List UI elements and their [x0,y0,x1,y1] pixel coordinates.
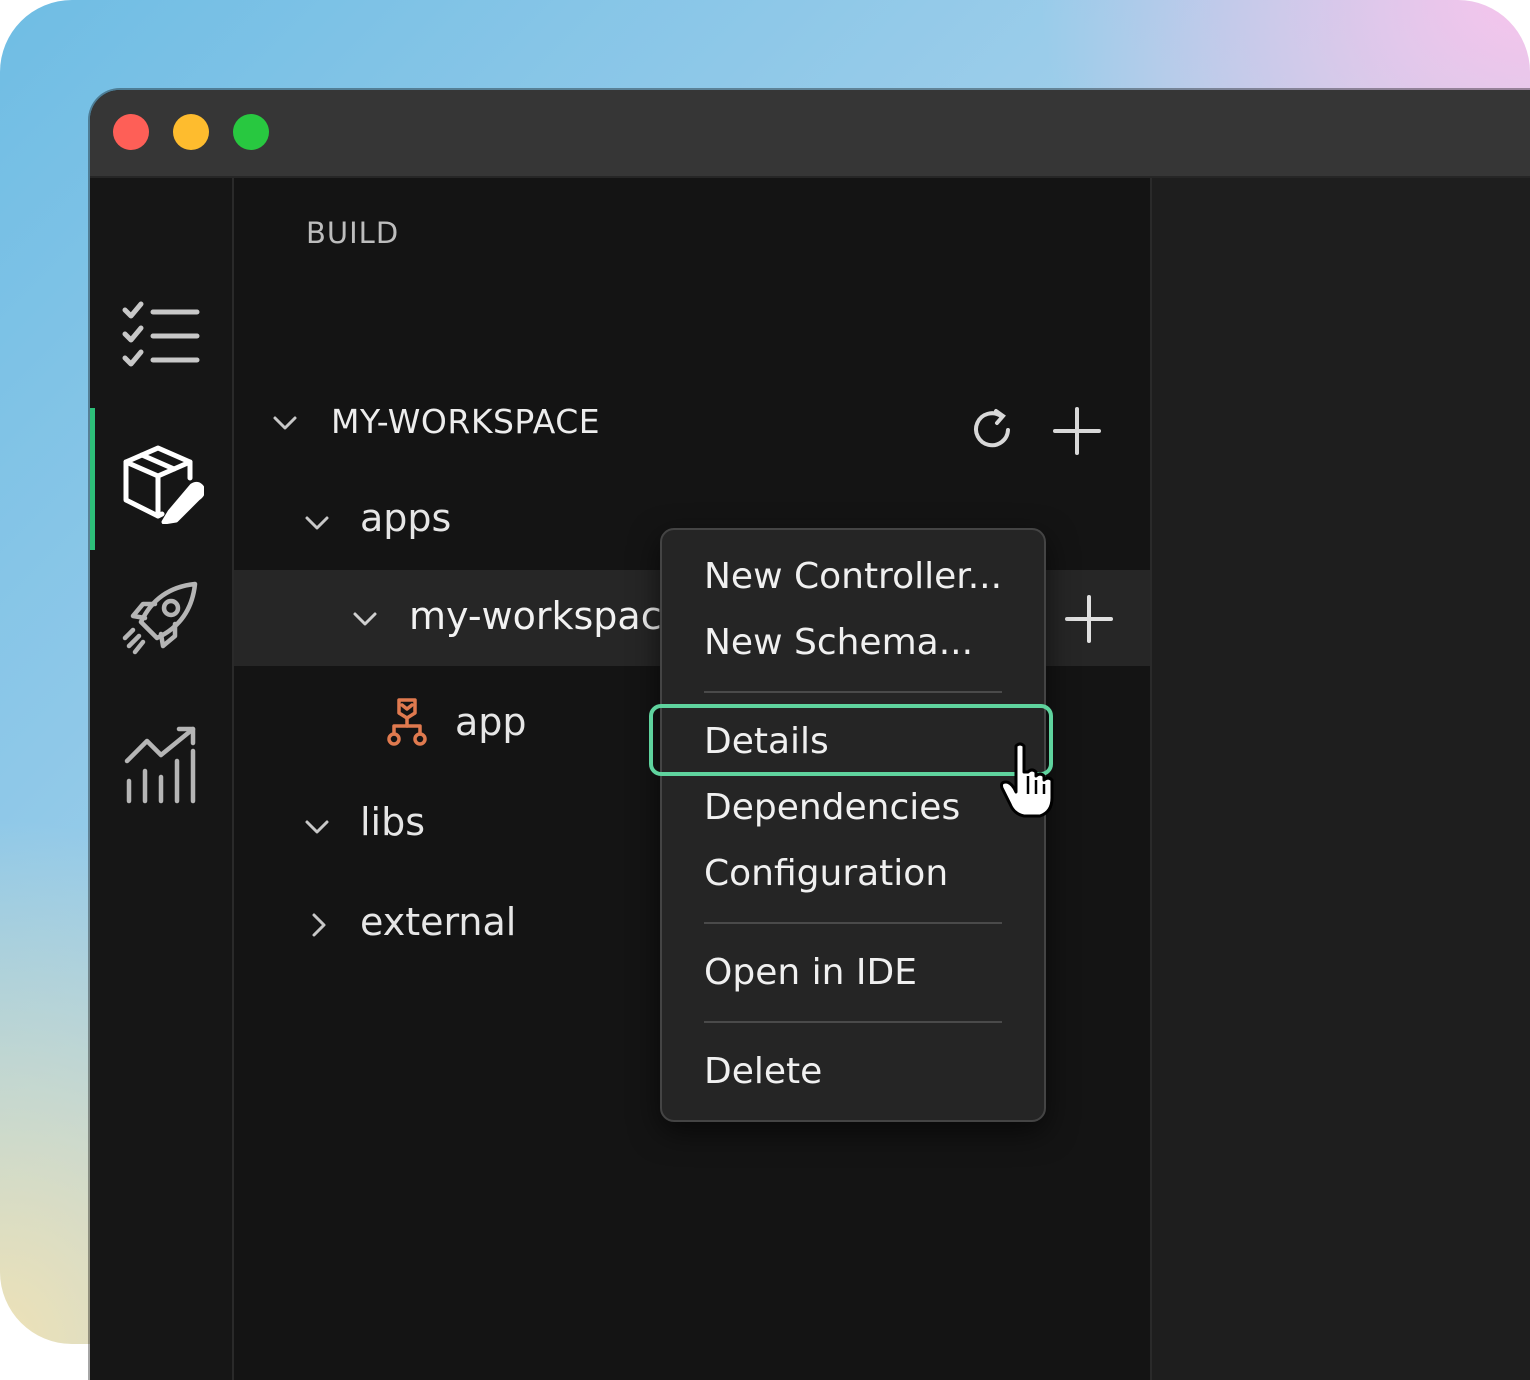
analytics-icon [124,726,196,804]
tree-item-label: my-workspace [409,594,685,638]
editor-area [1152,178,1530,1380]
highlight-ring [649,704,1053,776]
chevron-down-icon[interactable] [304,814,330,840]
refresh-icon[interactable] [968,406,1016,454]
title-bar [90,90,1530,178]
chevron-down-icon[interactable] [272,410,298,436]
deploy-activity-button[interactable] [116,573,206,663]
chevron-right-icon[interactable] [306,912,332,938]
tree-item-label: apps [360,496,452,540]
chevron-down-icon[interactable] [352,606,378,632]
rocket-icon [122,581,198,655]
menu-separator [704,1021,1002,1023]
workspace-title: MY-WORKSPACE [331,402,601,441]
activity-bar [90,178,234,1380]
analytics-activity-button[interactable] [116,720,206,810]
tasks-activity-button[interactable] [116,290,206,380]
tree-item-label: app [455,700,527,744]
menu-separator [704,691,1002,693]
workspace-header[interactable]: MY-WORKSPACE [234,388,1150,458]
tree-item-label: libs [360,800,426,844]
tree-item-label: external [360,900,517,944]
menu-item-new-schema[interactable]: New Schema... [704,622,973,663]
menu-item-delete[interactable]: Delete [704,1051,822,1092]
section-title: BUILD [306,216,400,250]
menu-item-new-controller[interactable]: New Controller... [704,556,1002,597]
minimize-window-button[interactable] [173,114,209,150]
tasks-icon [122,301,200,367]
menu-item-configuration[interactable]: Configuration [704,853,948,894]
menu-item-open-in-ide[interactable]: Open in IDE [704,952,917,993]
active-indicator [90,408,95,550]
plus-icon[interactable] [1052,406,1102,456]
context-menu: New Controller... New Schema... Details … [660,528,1046,1122]
package-edit-icon [123,445,204,524]
close-window-button[interactable] [113,114,149,150]
hand-cursor-icon [1000,742,1054,818]
app-project-icon [387,698,427,746]
maximize-window-button[interactable] [233,114,269,150]
menu-separator [704,922,1002,924]
plus-icon[interactable] [1064,594,1114,644]
menu-item-dependencies[interactable]: Dependencies [704,787,960,828]
build-activity-button[interactable] [116,436,206,526]
chevron-down-icon[interactable] [304,510,330,536]
